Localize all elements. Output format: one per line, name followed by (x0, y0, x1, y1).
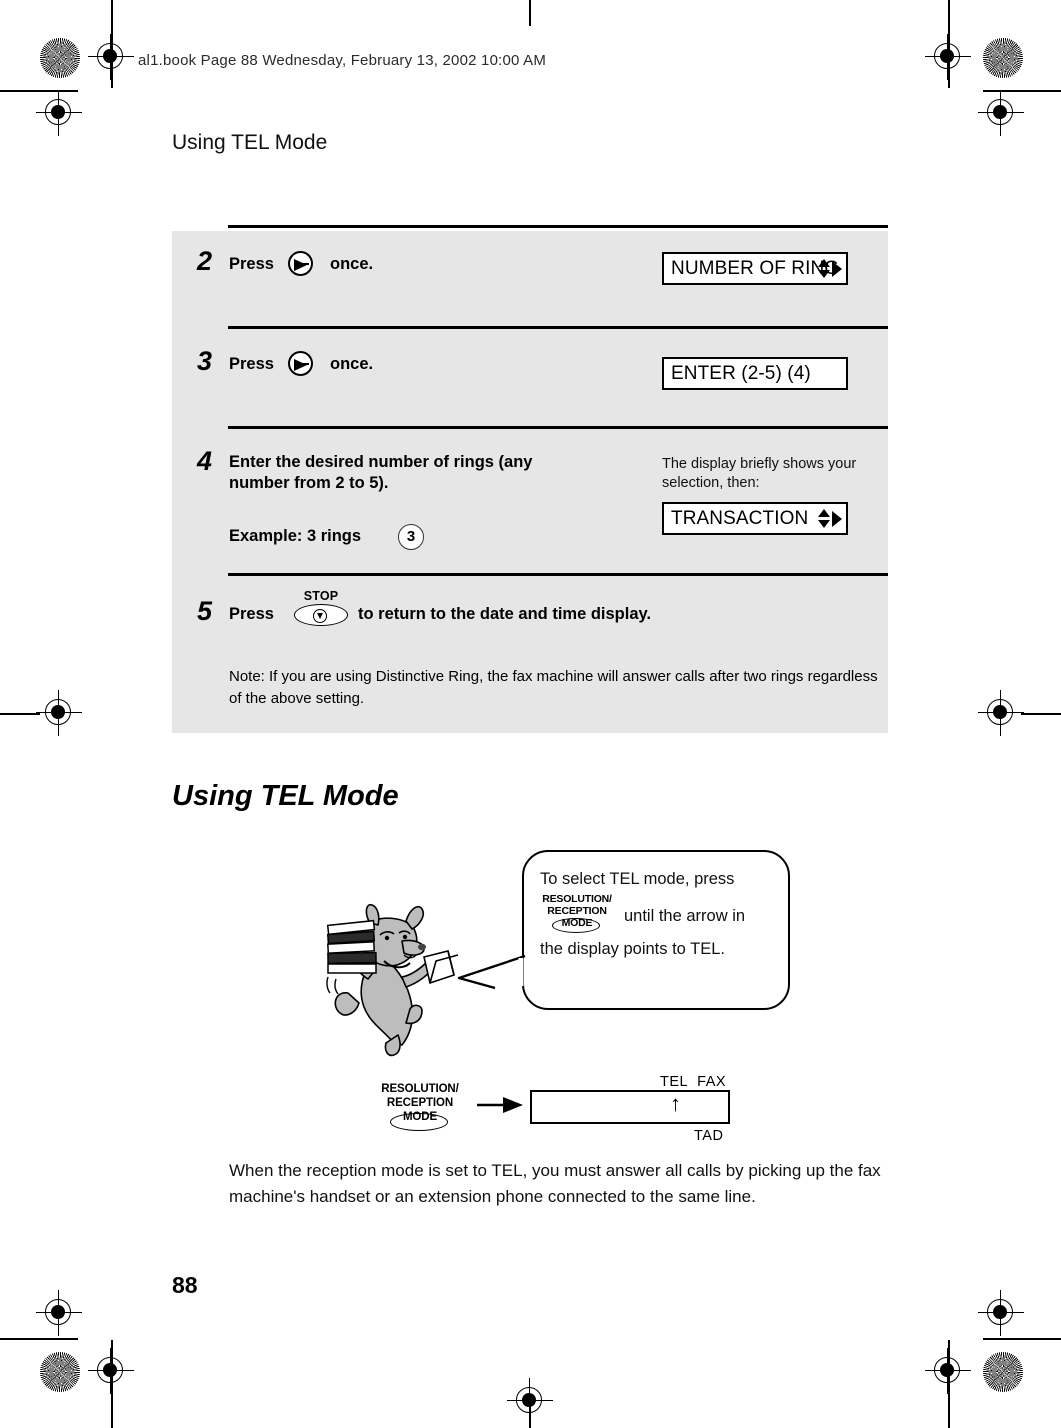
step-text-4: Enter the desired number of rings (any n… (229, 453, 533, 492)
running-head: Using TEL Mode (172, 131, 328, 154)
speech-bubble-line-3: the display points to TEL. (540, 940, 725, 958)
lcd-caption-transaction: The display briefly shows your selection… (662, 456, 857, 491)
flow-arrow-icon (477, 1096, 525, 1114)
step-rule-3-4 (228, 426, 888, 429)
registration-mark-left-middle (36, 690, 82, 736)
right-arrow-icon (832, 510, 842, 527)
step-text-4-example: Example: 3 rings (229, 527, 362, 545)
step-rule-2-3 (228, 326, 888, 329)
step-text-5-after: to return to the date and time display. (358, 605, 652, 623)
section-heading: Using TEL Mode (172, 780, 399, 812)
body-paragraph: When the reception mode is set to TEL, y… (229, 1161, 881, 1206)
speech-bubble-line-1: To select TEL mode, press (540, 870, 735, 888)
crop-line-mid-top (529, 0, 531, 26)
speech-bubble-line-2: until the arrow in (624, 907, 746, 925)
digit-key-3[interactable]: 3 (398, 524, 424, 550)
step-number-3: 3 (197, 346, 213, 376)
resolution-reception-mode-key-diagram-icon[interactable]: RESOLUTION/ RECEPTION MODE (372, 1082, 468, 1132)
step-rule-4-5 (228, 573, 888, 576)
step-text-2-press: Press (229, 255, 274, 273)
file-header-text: al1.book Page 88 Wednesday, February 13,… (138, 52, 547, 69)
registration-mark-left-upper (36, 90, 82, 136)
rosette-mark-bottom-right (983, 1352, 1023, 1392)
lcd-text-enter-range: ENTER (2-5) (4) (671, 362, 811, 384)
crop-line-mid-right (1021, 713, 1061, 715)
step-text-5-press: Press (229, 605, 274, 623)
registration-mark-top-left (88, 34, 134, 80)
rosette-mark-top-right (983, 38, 1023, 78)
resolution-diagram-key-line-1: RESOLUTION/ (381, 1083, 459, 1095)
right-arrow-key-icon[interactable] (288, 351, 313, 376)
registration-mark-left-lower (36, 1290, 82, 1336)
right-arrow-icon (832, 260, 842, 277)
file-header-stamp: al1.book Page 88 Wednesday, February 13,… (138, 52, 546, 69)
registration-mark-right-upper (978, 90, 1024, 136)
rosette-mark-bottom-left (40, 1352, 80, 1392)
step-number-5: 5 (197, 596, 213, 626)
mode-label-fax: FAX (697, 1074, 727, 1090)
up-down-arrow-icon (818, 509, 831, 528)
lcd-text-transaction: TRANSACTION (671, 507, 809, 529)
resolution-key-oval-icon (552, 918, 600, 933)
step-rule-top (228, 225, 888, 228)
lcd-display-enter-range: ENTER (2-5) (4) (662, 357, 848, 390)
registration-mark-bottom-right (925, 1348, 971, 1394)
lcd-arrows-number-of-ring (818, 259, 842, 278)
speech-bubble-tail (455, 952, 527, 992)
mascot-dog-with-books-icon (306, 895, 476, 1065)
step-text-2-once: once. (330, 255, 374, 273)
resolution-diagram-key-oval-icon (390, 1113, 448, 1131)
crop-line-bottom-right-h (983, 1338, 1061, 1340)
step-text-3-press: Press (229, 355, 274, 373)
registration-mark-top-right (925, 34, 971, 80)
lcd-arrows-transaction (818, 509, 842, 528)
registration-mark-right-middle (978, 690, 1024, 736)
mode-pointer-arrow-icon: ↑ (670, 1091, 681, 1116)
stop-key-icon[interactable]: STOP (292, 589, 350, 629)
step-number-2: 2 (197, 246, 213, 276)
registration-mark-right-lower (978, 1290, 1024, 1336)
mode-label-tad: TAD (694, 1128, 724, 1144)
mode-display-box (530, 1090, 730, 1124)
mode-label-tel: TEL (660, 1074, 689, 1090)
page-number: 88 (172, 1272, 198, 1298)
right-arrow-key-icon[interactable] (288, 251, 313, 276)
rosette-mark-top-left (40, 38, 80, 78)
step-number-4: 4 (197, 446, 213, 476)
stop-key-label: STOP (303, 589, 339, 603)
registration-mark-bottom-left (88, 1348, 134, 1394)
resolution-reception-mode-key-icon[interactable]: RESOLUTION/ RECEPTION MODE (534, 893, 620, 935)
up-down-arrow-icon (818, 259, 831, 278)
registration-mark-bottom-center (507, 1378, 553, 1424)
crop-line-mid-left (0, 713, 40, 715)
procedure-note: Note: If you are using Distinctive Ring,… (229, 668, 878, 707)
crop-line-bottom-left-h (0, 1338, 78, 1340)
resolution-key-line-1: RESOLUTION/ (542, 893, 612, 905)
step-text-3-once: once. (330, 355, 374, 373)
mode-display-top-labels: TEL FAX (660, 1074, 726, 1090)
lcd-text-number-of-ring: NUMBER OF RING (671, 257, 840, 279)
